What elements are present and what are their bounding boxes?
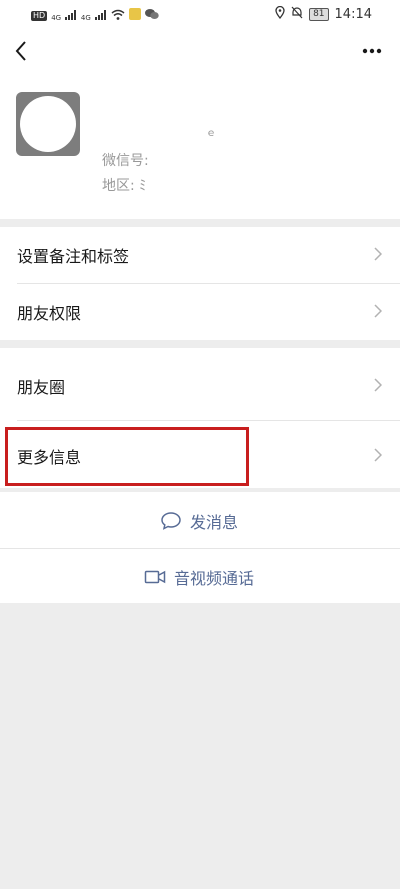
- divider: [17, 420, 400, 421]
- battery-indicator: 81: [309, 8, 329, 21]
- more-info-row[interactable]: 更多信息: [0, 428, 400, 484]
- friend-permissions-row[interactable]: 朋友权限: [0, 284, 400, 340]
- more-options-button[interactable]: [362, 43, 382, 57]
- row-label: 朋友权限: [17, 304, 82, 323]
- chevron-right-icon: [374, 378, 382, 392]
- status-bar: HD 4G 4G 81 14:14: [0, 0, 400, 30]
- wifi-icon: [111, 9, 125, 23]
- action-group: 发消息 音视频通话: [0, 492, 400, 603]
- avatar[interactable]: [16, 92, 80, 156]
- send-message-label: 发消息: [190, 513, 239, 532]
- nickname: ｅ: [206, 128, 216, 139]
- row-label: 更多信息: [17, 448, 82, 467]
- more-dots-icon: [362, 48, 382, 54]
- signal-icon: 4G: [51, 9, 77, 23]
- hd-badge: HD: [31, 10, 48, 21]
- video-call-label: 音视频通话: [174, 569, 255, 588]
- menu-group-2: 朋友圈 更多信息: [0, 348, 400, 488]
- location-icon: [275, 5, 285, 23]
- chevron-right-icon: [374, 247, 382, 261]
- signal-icon-2: 4G: [81, 9, 107, 23]
- top-nav-bar: [0, 30, 400, 72]
- profile-header: ｅ 微信号: 地区: ﾐ: [0, 72, 400, 219]
- wechat-icon: [144, 8, 159, 23]
- back-button[interactable]: [12, 38, 32, 64]
- region: 地区: ﾐ: [102, 178, 147, 194]
- chevron-right-icon: [374, 448, 382, 462]
- row-label: 设置备注和标签: [17, 247, 130, 266]
- row-label: 朋友圈: [17, 378, 66, 397]
- back-chevron-icon: [15, 41, 26, 61]
- notification-app-icon: [128, 8, 141, 23]
- video-call-button[interactable]: 音视频通话: [0, 548, 400, 604]
- menu-group-1: 设置备注和标签 朋友权限: [0, 227, 400, 340]
- moments-row[interactable]: 朋友圈: [0, 358, 400, 414]
- clock: 14:14: [334, 7, 372, 22]
- wechat-id: 微信号:: [102, 153, 149, 169]
- chat-bubble-icon: [161, 512, 181, 530]
- chevron-right-icon: [374, 304, 382, 318]
- video-camera-icon: [144, 570, 166, 584]
- status-right: 81 14:14: [275, 5, 372, 23]
- send-message-button[interactable]: 发消息: [0, 492, 400, 548]
- set-remark-tags-row[interactable]: 设置备注和标签: [0, 227, 400, 283]
- status-left: HD 4G 4G: [31, 8, 159, 23]
- mute-bell-icon: [291, 6, 303, 23]
